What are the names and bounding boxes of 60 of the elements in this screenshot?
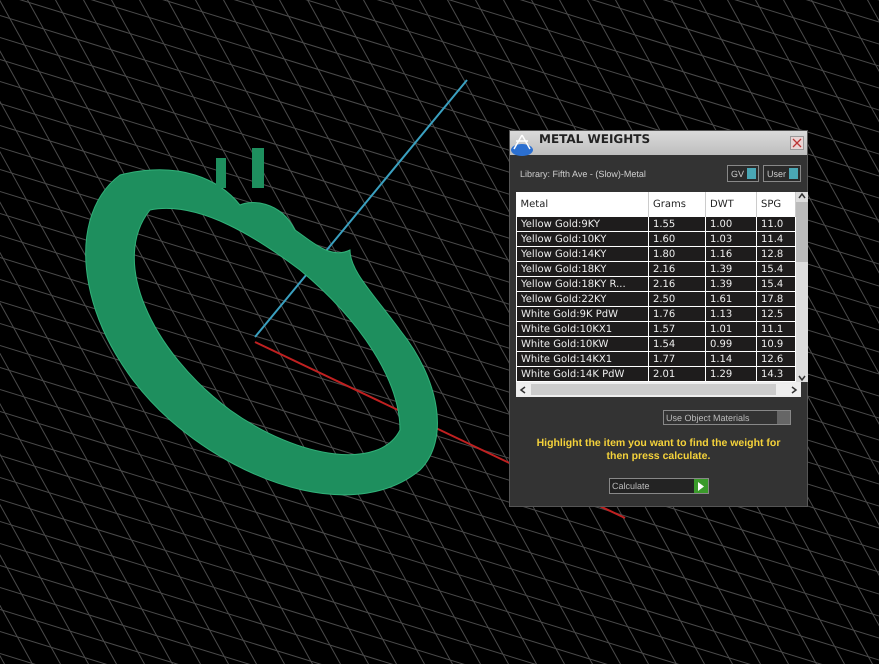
use-object-materials-checkbox[interactable]: Use Object Materials <box>663 410 791 425</box>
table-cell: White Gold:14K PdW <box>516 366 648 382</box>
table-cell: 11.0 <box>756 216 796 232</box>
table-cell: 17.8 <box>756 292 796 306</box>
table-cell: 1.39 <box>706 262 756 276</box>
table-cell: 1.29 <box>706 366 756 382</box>
table-cell: 1.16 <box>706 246 756 262</box>
table-cell: 1.76 <box>648 306 706 322</box>
table-cell: White Gold:14KX1 <box>516 352 648 366</box>
table-cell: 1.01 <box>706 322 756 336</box>
table-cell: Yellow Gold:22KY <box>516 292 648 306</box>
table-cell: 1.80 <box>648 246 706 262</box>
table-cell: 1.14 <box>706 352 756 366</box>
table-cell: Yellow Gold:9KY <box>516 216 648 232</box>
column-header[interactable]: SPG <box>756 192 796 216</box>
library-label: Library: Fifth Ave - (Slow)-Metal <box>520 168 647 178</box>
table-cell: 15.4 <box>756 276 796 292</box>
table-cell: 1.77 <box>648 352 706 366</box>
table-cell: 12.5 <box>756 306 796 322</box>
table-cell: 10.9 <box>756 336 796 352</box>
window-title: METAL WEIGHTS <box>539 132 652 146</box>
play-icon <box>697 482 705 490</box>
vertical-scrollbar[interactable] <box>796 192 808 382</box>
table-cell: White Gold:10KX1 <box>516 322 648 336</box>
table-cell: Yellow Gold:14KY <box>516 246 648 262</box>
table-cell: 1.00 <box>706 216 756 232</box>
close-button[interactable] <box>790 136 804 150</box>
close-icon <box>792 138 802 148</box>
table-cell: 2.50 <box>648 292 706 306</box>
table-cell: 11.4 <box>756 232 796 246</box>
table-cell: 1.03 <box>706 232 756 246</box>
instruction-text: Highlight the item you want to find the weight for then press calculate. <box>536 437 782 463</box>
table-cell: 15.4 <box>756 262 796 276</box>
table-cell: 14.3 <box>756 366 796 382</box>
table-cell: 11.1 <box>756 322 796 336</box>
column-header[interactable]: Grams <box>648 192 706 216</box>
table-cell: 2.16 <box>648 262 706 276</box>
table-cell: 1.61 <box>706 292 756 306</box>
table-cell: 0.99 <box>706 336 756 352</box>
table-cell: 1.39 <box>706 276 756 292</box>
table-cell: White Gold:10KW <box>516 336 648 352</box>
toggle-button[interactable]: User <box>762 165 801 182</box>
table-cell: Yellow Gold:18KY R... <box>516 276 648 292</box>
table-cell: 12.6 <box>756 352 796 366</box>
horizontal-scrollbar[interactable] <box>516 382 801 397</box>
column-header[interactable]: DWT <box>706 192 756 216</box>
table-cell: 1.60 <box>648 232 706 246</box>
toggle-button[interactable]: GV <box>726 165 759 182</box>
table-cell: Yellow Gold:18KY <box>516 262 648 276</box>
table-cell: 1.55 <box>648 216 706 232</box>
table-cell: 2.01 <box>648 366 706 382</box>
table-cell: 1.57 <box>648 322 706 336</box>
table-cell: Yellow Gold:10KY <box>516 232 648 246</box>
table-cell: 12.8 <box>756 246 796 262</box>
table-cell: 2.16 <box>648 276 706 292</box>
scale-logo-icon <box>509 132 535 158</box>
table-cell: White Gold:9K PdW <box>516 306 648 322</box>
table-cell: 1.54 <box>648 336 706 352</box>
table-cell: 1.13 <box>706 306 756 322</box>
calculate-button[interactable]: Calculate <box>609 478 709 494</box>
